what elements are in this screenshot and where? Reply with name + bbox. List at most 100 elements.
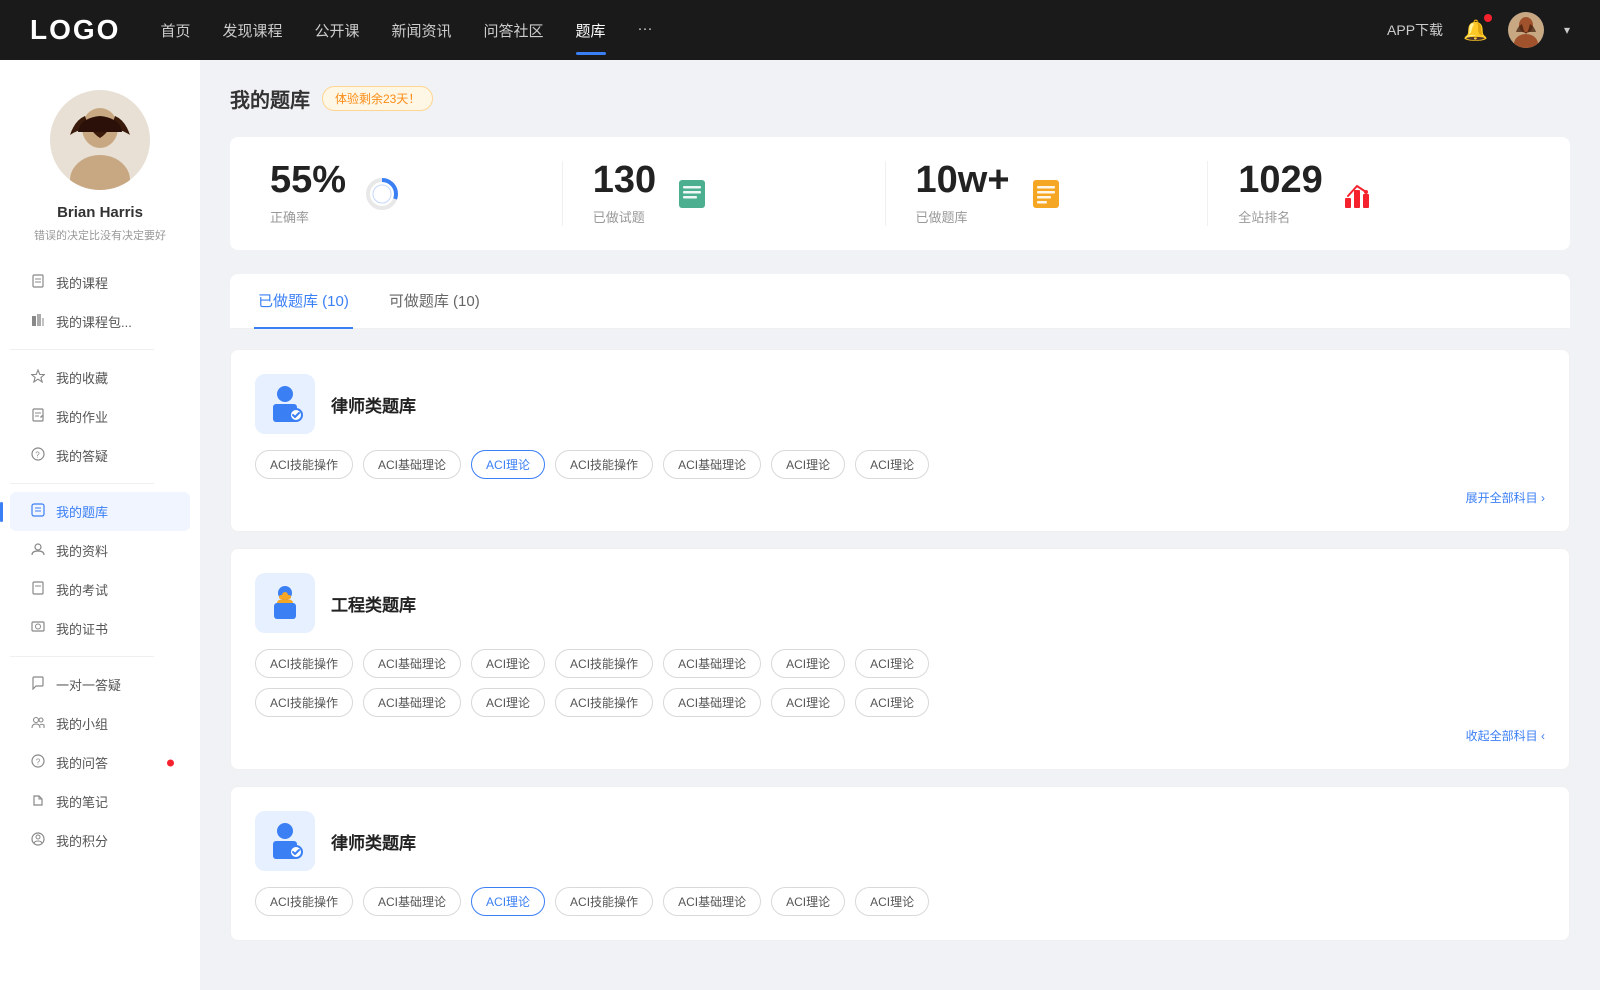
tag-3[interactable]: ACI理论 <box>471 450 545 479</box>
sidebar-item-cert[interactable]: 我的证书 <box>10 609 190 648</box>
nav-more[interactable]: ··· <box>638 16 653 45</box>
nav-open-course[interactable]: 公开课 <box>314 16 359 45</box>
tabs-bar: 已做题库 (10) 可做题库 (10) <box>230 274 1570 329</box>
tag-6[interactable]: ACI理论 <box>771 450 845 479</box>
qbank-lawyer-2-tags: ACI技能操作 ACI基础理论 ACI理论 ACI技能操作 ACI基础理论 AC… <box>255 887 1545 916</box>
sidebar-item-qbank-label: 我的题库 <box>56 502 108 521</box>
stat-ranking-icon <box>1339 174 1379 214</box>
sidebar-item-points[interactable]: 我的积分 <box>10 821 190 860</box>
eng-tag-12[interactable]: ACI基础理论 <box>663 688 761 717</box>
group-icon <box>30 715 46 732</box>
l2-tag-7[interactable]: ACI理论 <box>855 887 929 916</box>
l2-tag-6[interactable]: ACI理论 <box>771 887 845 916</box>
sidebar-item-profile[interactable]: 我的资料 <box>10 531 190 570</box>
tab-done-banks[interactable]: 已做题库 (10) <box>254 274 353 329</box>
stat-ranking-number: 1029 <box>1238 161 1323 199</box>
sidebar-item-qbank[interactable]: 我的题库 <box>10 492 190 531</box>
account-dropdown-arrow[interactable]: ▾ <box>1564 23 1570 37</box>
sidebar-divider-2 <box>10 483 154 484</box>
sidebar-item-qa[interactable]: ? 我的答疑 <box>10 436 190 475</box>
nav-news[interactable]: 新闻资讯 <box>392 16 452 45</box>
l2-tag-2[interactable]: ACI基础理论 <box>363 887 461 916</box>
qbank-engineer-tags-row2: ACI技能操作 ACI基础理论 ACI理论 ACI技能操作 ACI基础理论 AC… <box>255 688 1545 717</box>
sidebar-avatar <box>50 90 150 190</box>
collapse-link-1[interactable]: 收起全部科目 <box>1466 729 1545 743</box>
course-icon <box>30 274 46 291</box>
stat-done-banks-number: 10w+ <box>916 161 1010 199</box>
eng-tag-4[interactable]: ACI技能操作 <box>555 649 653 678</box>
sidebar-item-notes[interactable]: 我的笔记 <box>10 782 190 821</box>
expand-link-1[interactable]: 展开全部科目 <box>1466 491 1545 505</box>
eng-tag-14[interactable]: ACI理论 <box>855 688 929 717</box>
page-header: 我的题库 体验剩余23天！ <box>230 84 1570 113</box>
sidebar-username: Brian Harris <box>57 204 143 221</box>
eng-tag-13[interactable]: ACI理论 <box>771 688 845 717</box>
sidebar-item-favorites-label: 我的收藏 <box>56 368 108 387</box>
sidebar-item-homework-label: 我的作业 <box>56 407 108 426</box>
sidebar-item-myqa[interactable]: ? 我的问答 <box>10 743 190 782</box>
nav-home[interactable]: 首页 <box>160 16 190 45</box>
eng-tag-3[interactable]: ACI理论 <box>471 649 545 678</box>
tag-2[interactable]: ACI基础理论 <box>363 450 461 479</box>
l2-tag-1[interactable]: ACI技能操作 <box>255 887 353 916</box>
nav-qa[interactable]: 问答社区 <box>484 16 544 45</box>
tag-1[interactable]: ACI技能操作 <box>255 450 353 479</box>
qbank-section-lawyer-1-header: 律师类题库 <box>255 374 1545 434</box>
eng-tag-7[interactable]: ACI理论 <box>855 649 929 678</box>
qbank-section-lawyer-2: 律师类题库 ACI技能操作 ACI基础理论 ACI理论 ACI技能操作 ACI基… <box>230 786 1570 941</box>
notification-bell[interactable]: 🔔 <box>1463 18 1488 43</box>
myqa-icon: ? <box>30 754 46 771</box>
sidebar-item-cert-label: 我的证书 <box>56 619 108 638</box>
stat-ranking: 1029 全站排名 <box>1208 161 1530 226</box>
stat-correct-rate-icon <box>362 174 402 214</box>
content-area: 我的题库 体验剩余23天！ 55% 正确率 <box>200 60 1600 990</box>
qbank-icon <box>30 503 46 520</box>
eng-tag-10[interactable]: ACI理论 <box>471 688 545 717</box>
qbank-section-lawyer-2-header: 律师类题库 <box>255 811 1545 871</box>
sidebar-item-points-label: 我的积分 <box>56 831 108 850</box>
sidebar-item-qa-label: 我的答疑 <box>56 446 108 465</box>
sidebar-item-myqa-label: 我的问答 <box>56 753 108 772</box>
eng-tag-8[interactable]: ACI技能操作 <box>255 688 353 717</box>
sidebar-item-notes-label: 我的笔记 <box>56 792 108 811</box>
eng-tag-6[interactable]: ACI理论 <box>771 649 845 678</box>
l2-tag-4[interactable]: ACI技能操作 <box>555 887 653 916</box>
sidebar-item-homework[interactable]: 我的作业 <box>10 397 190 436</box>
sidebar-motto: 错误的决定比没有决定要好 <box>24 227 176 243</box>
sidebar-item-exam[interactable]: 我的考试 <box>10 570 190 609</box>
sidebar-item-1to1[interactable]: 一对一答疑 <box>10 665 190 704</box>
nav-discover[interactable]: 发现课程 <box>222 16 282 45</box>
sidebar-item-1to1-label: 一对一答疑 <box>56 675 121 694</box>
qbank-lawyer-1-footer: 展开全部科目 <box>255 489 1545 507</box>
bell-icon: 🔔 <box>1463 20 1488 42</box>
sidebar-item-package-label: 我的课程包... <box>56 312 132 331</box>
nav-qbank[interactable]: 题库 <box>576 16 606 45</box>
eng-tag-11[interactable]: ACI技能操作 <box>555 688 653 717</box>
sidebar-divider-1 <box>10 349 154 350</box>
sidebar-item-favorites[interactable]: 我的收藏 <box>10 358 190 397</box>
tag-7[interactable]: ACI理论 <box>855 450 929 479</box>
qbank-lawyer-1-tags: ACI技能操作 ACI基础理论 ACI理论 ACI技能操作 ACI基础理论 AC… <box>255 450 1545 479</box>
avatar[interactable] <box>1508 12 1544 48</box>
tag-5[interactable]: ACI基础理论 <box>663 450 761 479</box>
tab-todo-banks[interactable]: 可做题库 (10) <box>385 274 484 329</box>
sidebar-item-course-label: 我的课程 <box>56 273 108 292</box>
eng-tag-9[interactable]: ACI基础理论 <box>363 688 461 717</box>
eng-tag-5[interactable]: ACI基础理论 <box>663 649 761 678</box>
qbank-engineer-footer: 收起全部科目 <box>255 727 1545 745</box>
stat-done-questions-label: 已做试题 <box>593 207 656 226</box>
stat-correct-rate-number: 55% <box>270 161 346 199</box>
l2-tag-3[interactable]: ACI理论 <box>471 887 545 916</box>
tag-4[interactable]: ACI技能操作 <box>555 450 653 479</box>
qa-icon: ? <box>30 447 46 464</box>
sidebar-item-group[interactable]: 我的小组 <box>10 704 190 743</box>
sidebar-item-course[interactable]: 我的课程 <box>10 263 190 302</box>
topnav-right: APP下载 🔔 ▾ <box>1387 12 1570 48</box>
l2-tag-5[interactable]: ACI基础理论 <box>663 887 761 916</box>
eng-tag-1[interactable]: ACI技能操作 <box>255 649 353 678</box>
stat-done-banks: 10w+ 已做题库 <box>886 161 1209 226</box>
stat-correct-rate: 55% 正确率 <box>270 161 563 226</box>
app-download-button[interactable]: APP下载 <box>1387 20 1443 40</box>
sidebar-item-package[interactable]: 我的课程包... <box>10 302 190 341</box>
eng-tag-2[interactable]: ACI基础理论 <box>363 649 461 678</box>
